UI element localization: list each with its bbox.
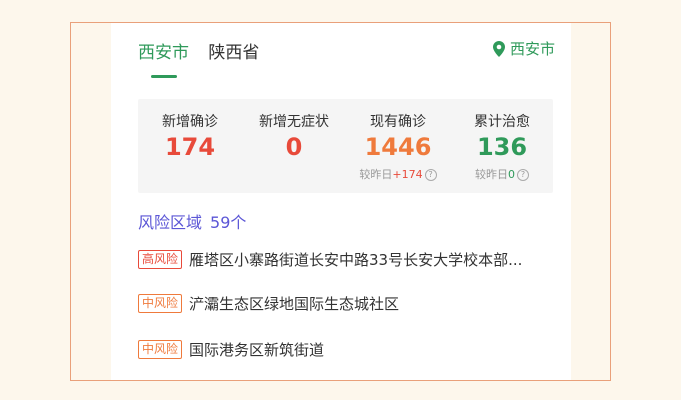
- risk-area-count: 59个: [210, 213, 247, 232]
- active-tab-indicator: [151, 75, 177, 78]
- stat-value: 0: [285, 133, 303, 161]
- location-label: 西安市: [509, 40, 555, 58]
- risk-level-badge: 中风险: [138, 340, 183, 359]
- risk-area-name: 雁塔区小寨路街道长安中路33号长安大学校本部...: [189, 251, 523, 269]
- stats-box: 新增确诊 174 新增无症状 0 现有确诊 1446 较昨日+174? 累计治愈…: [138, 99, 553, 193]
- stat-label: 现有确诊: [370, 114, 426, 130]
- stat-value: 1446: [364, 133, 432, 161]
- stat-value: 136: [476, 133, 528, 161]
- help-icon[interactable]: ?: [517, 169, 529, 181]
- region-tabs: 西安市 陕西省: [138, 38, 259, 63]
- risk-area-title: 风险区域: [138, 213, 203, 232]
- risk-area-name: 国际港务区新筑街道: [189, 341, 325, 359]
- location-selector[interactable]: 西安市: [492, 38, 555, 59]
- stat-label: 新增确诊: [162, 114, 218, 130]
- risk-list-item[interactable]: 中风险 国际港务区新筑街道: [138, 339, 558, 360]
- location-pin-icon: [492, 40, 505, 57]
- delta-prefix: 较昨日: [359, 168, 393, 181]
- help-icon[interactable]: ?: [424, 169, 437, 181]
- risk-area-name: 浐灞生态区绿地国际生态城社区: [189, 295, 400, 313]
- epidemic-panel: 西安市 陕西省 西安市 新增确诊 174 新增无症状 0 现有确诊 1446 较…: [111, 23, 571, 380]
- risk-level-badge: 中风险: [138, 294, 183, 313]
- risk-list-item[interactable]: 高风险 雁塔区小寨路街道长安中路33号长安大学校本部...: [138, 249, 558, 270]
- delta-value: 0: [508, 168, 515, 181]
- stat-delta: 较昨日0?: [450, 166, 554, 182]
- risk-area-header[interactable]: 风险区域 59个: [138, 209, 246, 233]
- delta-prefix: 较昨日: [475, 168, 508, 181]
- stat-delta: 较昨日+174?: [346, 166, 450, 182]
- risk-level-badge: 高风险: [138, 250, 183, 269]
- tab-province[interactable]: 陕西省: [208, 38, 259, 63]
- stat-label: 新增无症状: [259, 114, 329, 130]
- stat-label: 累计治愈: [474, 114, 530, 130]
- delta-value: +174: [392, 168, 423, 181]
- stat-value: 174: [164, 133, 216, 161]
- risk-list-item[interactable]: 中风险 浐灞生态区绿地国际生态城社区: [138, 293, 558, 314]
- tab-city[interactable]: 西安市: [138, 38, 189, 63]
